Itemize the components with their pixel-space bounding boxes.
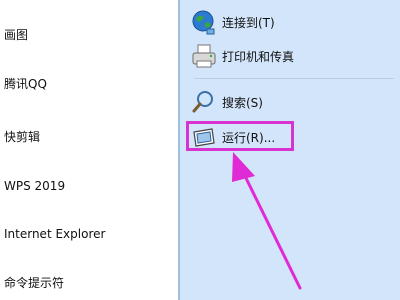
- pointer-arrow-annotation: [232, 152, 302, 290]
